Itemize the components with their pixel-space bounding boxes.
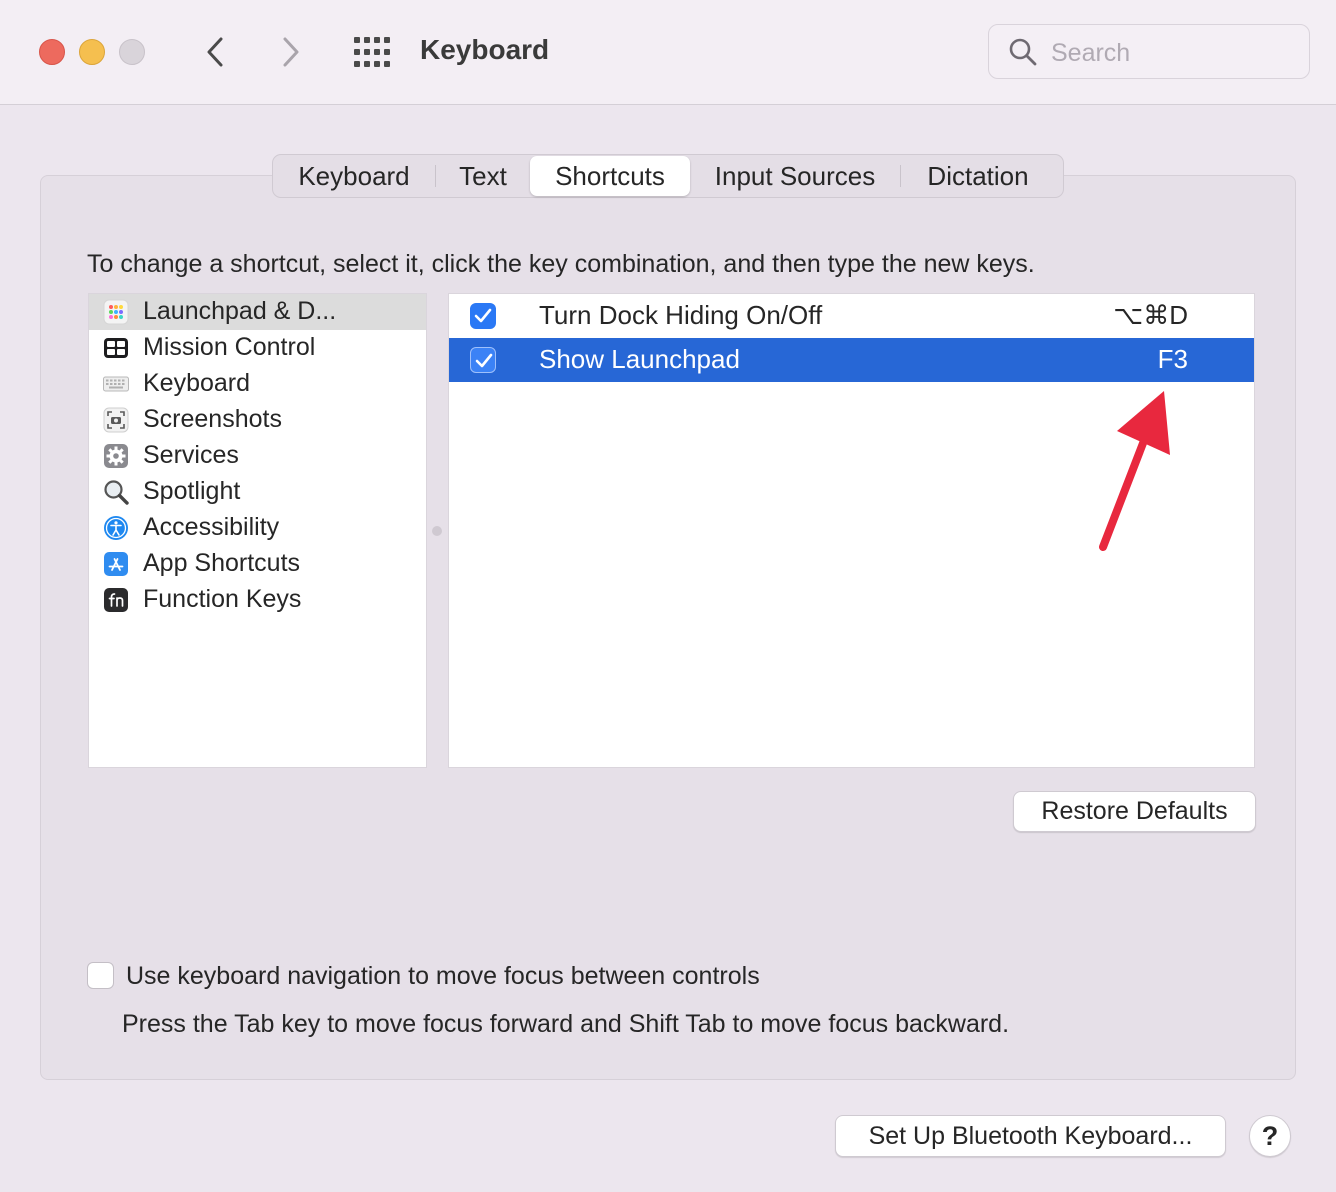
category-mission-control[interactable]: Mission Control: [89, 330, 426, 366]
search-input[interactable]: [1049, 35, 1293, 71]
show-all-button[interactable]: [352, 35, 392, 69]
category-list: Launchpad & D... Mission Control Keyboar…: [88, 293, 427, 768]
magnifier-icon: [104, 480, 129, 505]
grid-icon: [354, 37, 390, 67]
category-label: Keyboard: [143, 369, 251, 397]
keyboard-icon: [103, 376, 129, 392]
gear-icon: [104, 444, 128, 468]
tab-keyboard[interactable]: Keyboard: [273, 156, 435, 196]
title-bar: Keyboard: [0, 0, 1336, 105]
launchpad-icon: [103, 299, 129, 325]
close-button[interactable]: [39, 39, 65, 65]
category-label: Spotlight: [143, 477, 241, 505]
bluetooth-keyboard-button[interactable]: Set Up Bluetooth Keyboard...: [835, 1115, 1226, 1157]
shortcut-row-selected[interactable]: Show Launchpad F3: [449, 338, 1254, 382]
restore-defaults-button[interactable]: Restore Defaults: [1013, 791, 1256, 832]
back-button[interactable]: [196, 32, 236, 72]
instructions-text: To change a shortcut, select it, click t…: [87, 250, 1035, 278]
shortcut-checkbox[interactable]: [470, 347, 496, 373]
mission-control-icon: [104, 338, 128, 358]
category-label: Mission Control: [143, 333, 316, 361]
screenshot-icon: [103, 407, 129, 433]
keyboard-navigation-checkbox[interactable]: [87, 962, 114, 989]
checkmark-icon: [474, 308, 492, 323]
category-launchpad[interactable]: Launchpad & D...: [89, 294, 426, 330]
shortcut-key[interactable]: ⌥⌘D: [1113, 300, 1188, 331]
category-app-shortcuts[interactable]: App Shortcuts: [89, 546, 426, 582]
category-label: Accessibility: [143, 513, 280, 541]
help-button[interactable]: ?: [1249, 1115, 1291, 1157]
category-function-keys[interactable]: Function Keys: [89, 582, 426, 618]
tab-shortcuts[interactable]: Shortcuts: [530, 156, 690, 196]
keyboard-navigation-hint: Press the Tab key to move focus forward …: [122, 1010, 1010, 1038]
tab-dictation[interactable]: Dictation: [901, 156, 1055, 196]
chevron-right-icon: [283, 37, 299, 67]
shortcut-label: Turn Dock Hiding On/Off: [539, 300, 823, 330]
minimize-button[interactable]: [79, 39, 105, 65]
category-keyboard[interactable]: Keyboard: [89, 366, 426, 402]
category-screenshots[interactable]: Screenshots: [89, 402, 426, 438]
search-field[interactable]: [988, 24, 1310, 79]
search-icon: [1009, 38, 1037, 66]
annotation-arrow-icon: [1099, 391, 1170, 551]
app-store-icon: [104, 552, 128, 576]
forward-button[interactable]: [270, 32, 310, 72]
category-services[interactable]: Services: [89, 438, 426, 474]
shortcut-key[interactable]: F3: [1158, 344, 1188, 375]
category-label: Launchpad & D...: [143, 297, 337, 325]
category-accessibility[interactable]: Accessibility: [89, 510, 426, 546]
shortcut-row[interactable]: Turn Dock Hiding On/Off ⌥⌘D: [449, 294, 1254, 338]
zoom-button[interactable]: [119, 39, 145, 65]
checkmark-icon: [475, 353, 493, 368]
shortcut-checkbox[interactable]: [470, 303, 496, 329]
keyboard-navigation-label: Use keyboard navigation to move focus be…: [126, 962, 760, 990]
window-title: Keyboard: [420, 34, 550, 65]
shortcut-label: Show Launchpad: [539, 344, 740, 374]
category-label: Function Keys: [143, 585, 302, 613]
tab-text[interactable]: Text: [436, 156, 530, 196]
chevron-left-icon: [207, 37, 223, 67]
tab-input-sources[interactable]: Input Sources: [690, 156, 900, 196]
category-spotlight[interactable]: Spotlight: [89, 474, 426, 510]
category-label: App Shortcuts: [143, 549, 301, 577]
accessibility-icon: [104, 516, 128, 540]
split-view-handle[interactable]: [432, 526, 442, 536]
tab-bar: Keyboard Text Shortcuts Input Sources Di…: [272, 154, 1064, 198]
fn-key-icon: [104, 588, 128, 612]
category-label: Services: [143, 441, 239, 469]
category-label: Screenshots: [143, 405, 282, 433]
